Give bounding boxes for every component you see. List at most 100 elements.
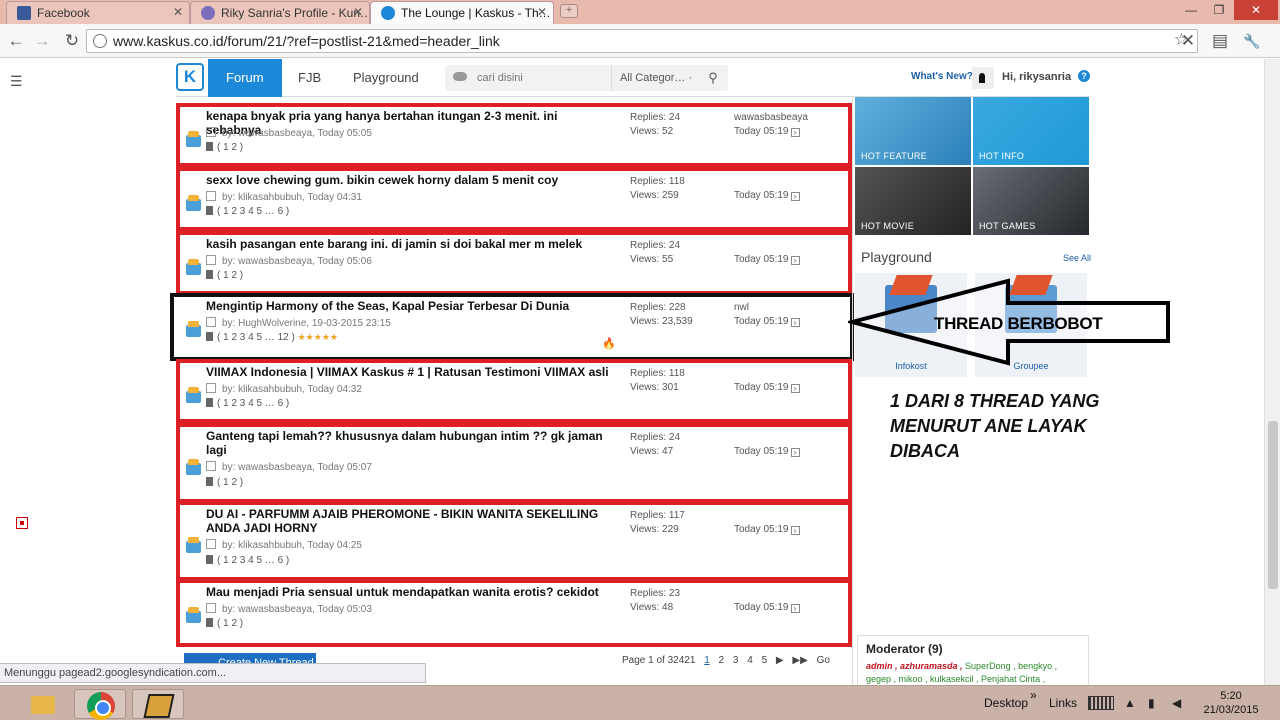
search-icon[interactable]: ⚲ <box>698 65 728 91</box>
tab-the-lounge[interactable]: The Lounge | Kaskus - Th… ✕ <box>370 1 554 24</box>
desktop-toolbar[interactable]: Desktop <box>984 696 1028 710</box>
address-bar[interactable]: www.kaskus.co.id/forum/21/?ref=postlist-… <box>86 29 1198 53</box>
minimize-button[interactable]: — <box>1178 0 1204 20</box>
goto-last-icon[interactable]: › <box>790 128 800 137</box>
window-close-button[interactable]: ✕ <box>1234 0 1278 20</box>
thread-stats: Replies: 118 Views: 259 <box>630 176 685 201</box>
facebook-favicon-icon <box>17 6 31 20</box>
thread-title[interactable]: VIIMAX Indonesia | VIIMAX Kaskus # 1 | R… <box>206 365 616 379</box>
thread-stats: Replies: 118 Views: 301 <box>630 368 685 393</box>
stop-button[interactable]: ✕ <box>1176 29 1200 53</box>
thread-row[interactable]: kasih pasangan ente barang ini. di jamin… <box>176 231 852 295</box>
menu-icon[interactable]: ☰ <box>10 73 23 90</box>
page-link[interactable]: 4 <box>747 655 753 666</box>
thread-row[interactable]: VIIMAX Indonesia | VIIMAX Kaskus # 1 | R… <box>176 359 852 423</box>
hot-games-tile[interactable]: HOT GAMES <box>973 167 1089 235</box>
page-count: Page 1 of 32421 <box>622 655 696 666</box>
thread-pages: ( 1 2 ) <box>206 477 243 488</box>
tray-arrow-icon[interactable]: ▲ <box>1124 696 1136 710</box>
search-input[interactable] <box>477 69 607 87</box>
page-link[interactable]: 3 <box>733 655 739 666</box>
thread-pages: ( 1 2 3 4 5 … 12 ) ★★★★★ <box>206 332 338 343</box>
whats-new-link[interactable]: What's New? <box>911 71 973 82</box>
nav-playground[interactable]: Playground <box>335 59 437 97</box>
clock[interactable]: 5:20 21/03/2015 <box>1200 689 1262 717</box>
goto-last-icon[interactable]: › <box>790 384 800 393</box>
nav-fjb[interactable]: FJB <box>280 59 339 97</box>
moderator-list[interactable]: admin , azhuramasda , SuperDong , bengky… <box>866 660 1080 685</box>
page-link[interactable]: 2 <box>719 655 725 666</box>
network-icon[interactable]: ▮ <box>1148 696 1155 710</box>
floating-marker-icon[interactable] <box>16 517 28 529</box>
thread-row[interactable]: DU AI - PARFUMM AJAIB PHEROMONE - BIKIN … <box>176 501 852 581</box>
page-link[interactable]: 5 <box>762 655 768 666</box>
document-icon <box>206 477 213 486</box>
thread-folder-icon <box>186 537 201 553</box>
pagination: Page 1 of 32421 1 2 3 4 5 ▶ ▶▶ Go <box>622 655 830 666</box>
thread-last-post: Today 05:19 › <box>734 509 834 537</box>
goto-last-icon[interactable]: › <box>790 448 800 457</box>
explorer-taskbar-button[interactable] <box>16 689 68 719</box>
chrome-taskbar-button[interactable] <box>74 689 126 720</box>
thread-pages: ( 1 2 ) <box>206 142 243 153</box>
thread-list: kenapa bnyak pria yang hanya bertahan it… <box>170 97 854 685</box>
forward-button[interactable]: → <box>30 29 54 53</box>
tab-close-icon[interactable]: ✕ <box>173 5 183 19</box>
next-page-icon[interactable]: ▶ <box>776 655 784 666</box>
status-bar: Menunggu pagead2.googlesyndication.com..… <box>0 663 426 683</box>
thread-row[interactable]: Ganteng tapi lemah?? khususnya dalam hub… <box>176 423 852 503</box>
back-button[interactable]: ← <box>4 29 28 53</box>
featured-thread-row[interactable]: Mengintip Harmony of the Seas, Kapal Pes… <box>170 293 854 361</box>
page-menu-icon[interactable]: ▤ <box>1208 29 1232 53</box>
avatar[interactable] <box>972 67 994 89</box>
thread-last-post: Today 05:19 › <box>734 431 834 459</box>
hot-movie-tile[interactable]: HOT MOVIE <box>855 167 971 235</box>
keyboard-icon[interactable] <box>1088 696 1114 710</box>
tab-facebook[interactable]: Facebook ✕ <box>6 1 190 24</box>
thread-row[interactable]: sexx love chewing gum. bikin cewek horny… <box>176 167 852 231</box>
kaskus-header: K Forum FJB Playground All Categor… · ⚲ … <box>176 59 1090 97</box>
kaskus-favicon-icon <box>381 6 395 20</box>
thread-title[interactable]: kasih pasangan ente barang ini. di jamin… <box>206 237 616 251</box>
tab-close-icon[interactable]: ✕ <box>353 5 363 19</box>
links-toolbar[interactable]: Links <box>1049 696 1077 710</box>
category-select[interactable]: All Categor… · <box>611 65 697 91</box>
goto-last-icon[interactable]: › <box>790 256 800 265</box>
volume-icon[interactable]: ◀ <box>1172 696 1181 710</box>
thread-pages: ( 1 2 ) <box>206 270 243 281</box>
help-icon[interactable]: ? <box>1078 70 1090 82</box>
hot-info-tile[interactable]: HOT INFO <box>973 97 1089 165</box>
reload-button[interactable]: ↻ <box>60 29 84 53</box>
moderator-title: Moderator (9) <box>866 642 943 656</box>
page-link[interactable]: 1 <box>704 655 710 666</box>
scrollbar-thumb[interactable] <box>1268 421 1278 589</box>
tab-profile[interactable]: Riky Sanria's Profile - Kun… ✕ <box>190 1 370 24</box>
thread-title[interactable]: sexx love chewing gum. bikin cewek horny… <box>206 173 616 187</box>
chrome-icon <box>87 692 115 720</box>
goto-last-icon[interactable]: › <box>790 604 800 613</box>
goto-last-icon[interactable]: › <box>790 192 800 201</box>
user-greeting[interactable]: Hi, rikysanria <box>1002 71 1071 83</box>
vertical-scrollbar[interactable] <box>1264 59 1280 685</box>
hot-feature-tile[interactable]: HOT FEATURE <box>855 97 971 165</box>
thread-title[interactable]: Mengintip Harmony of the Seas, Kapal Pes… <box>206 299 616 313</box>
goto-last-icon[interactable]: › <box>790 526 800 535</box>
thread-title[interactable]: Ganteng tapi lemah?? khususnya dalam hub… <box>206 429 616 457</box>
thread-title[interactable]: Mau menjadi Pria sensual untuk mendapatk… <box>206 585 616 599</box>
wrench-icon[interactable]: 🔧 <box>1240 29 1264 53</box>
goto-last-icon[interactable]: › <box>790 318 800 327</box>
thread-row[interactable]: kenapa bnyak pria yang hanya bertahan it… <box>176 103 852 167</box>
nav-forum[interactable]: Forum <box>208 59 282 97</box>
kaskus-logo[interactable]: K <box>176 63 204 91</box>
thread-title[interactable]: DU AI - PARFUMM AJAIB PHEROMONE - BIKIN … <box>206 507 616 535</box>
checkbox-icon <box>206 317 216 327</box>
app-taskbar-button[interactable] <box>132 689 184 719</box>
new-tab-button[interactable]: + <box>560 4 578 18</box>
see-all-link[interactable]: See All <box>1063 253 1091 263</box>
last-page-icon[interactable]: ▶▶ <box>792 655 807 666</box>
tab-close-icon[interactable]: ✕ <box>537 5 547 19</box>
thread-row[interactable]: Mau menjadi Pria sensual untuk mendapatk… <box>176 579 852 647</box>
chevron-icon[interactable]: » <box>1030 688 1037 702</box>
go-button[interactable]: Go <box>817 655 830 666</box>
restore-button[interactable]: ❐ <box>1206 0 1232 20</box>
